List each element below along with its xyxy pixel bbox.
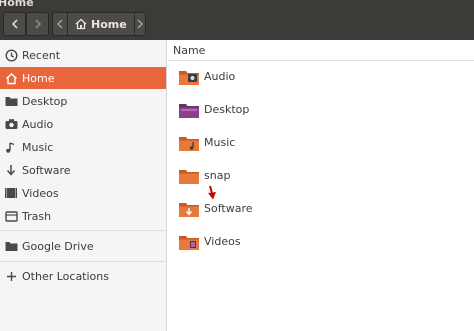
file-row[interactable]: Videos (168, 229, 474, 257)
file-name: Videos (204, 235, 241, 248)
sidebar-item-label: Desktop (22, 94, 68, 108)
column-header-name[interactable]: Name (168, 40, 474, 61)
camera-icon (4, 117, 18, 131)
folder-icon (179, 236, 199, 250)
window-title: Home (0, 0, 34, 9)
sidebar-item-label: Software (22, 163, 71, 177)
sidebar-item-google-drive[interactable]: Google Drive (0, 235, 166, 257)
file-name: snap (204, 169, 231, 182)
back-button[interactable] (3, 12, 26, 36)
sidebar-item-label: Google Drive (22, 239, 94, 253)
sidebar-item-desktop[interactable]: Desktop (0, 90, 166, 112)
video-emblem-icon (190, 241, 196, 248)
folder-icon (179, 170, 199, 184)
chevron-left-icon (11, 19, 18, 29)
file-row[interactable]: Desktop (168, 97, 474, 125)
file-name: Audio (204, 70, 236, 83)
sidebar-item-label: Recent (22, 48, 61, 62)
file-list-view: Name Audio Desktop Music snap Software V… (168, 40, 474, 331)
trash-icon (4, 209, 18, 223)
sidebar-item-home[interactable]: Home (0, 67, 166, 89)
sidebar: Recent Home Desktop Audio Music Software (0, 40, 167, 331)
header-bar: Home Home (0, 0, 474, 40)
chevron-right-icon (34, 19, 41, 29)
sidebar-item-label: Videos (22, 186, 59, 200)
folder-icon (4, 239, 18, 253)
folder-icon (179, 137, 199, 151)
folder-icon (179, 104, 199, 118)
sidebar-item-label: Audio (22, 117, 54, 131)
sidebar-item-videos[interactable]: Videos (0, 182, 166, 204)
file-name: Music (204, 136, 236, 149)
chevron-left-icon (57, 19, 63, 29)
sidebar-item-audio[interactable]: Audio (0, 113, 166, 135)
folder-icon (4, 94, 18, 108)
folder-icon (179, 203, 199, 217)
sidebar-item-recent[interactable]: Recent (0, 44, 166, 66)
file-row[interactable]: Audio (168, 64, 474, 92)
sidebar-item-music[interactable]: Music (0, 136, 166, 158)
music-note-icon (4, 140, 18, 154)
sidebar-item-label: Trash (22, 209, 52, 223)
path-scroll-right-button[interactable] (137, 13, 143, 35)
file-name: Desktop (204, 103, 250, 116)
column-header-label: Name (173, 44, 206, 57)
home-icon (75, 18, 87, 30)
sidebar-divider (0, 230, 166, 231)
path-segment-home[interactable]: Home (75, 13, 127, 35)
plus-icon (4, 269, 18, 283)
file-row[interactable]: Music (168, 130, 474, 158)
sidebar-item-other-locations[interactable]: Other Locations (0, 265, 166, 287)
download-arrow-icon (4, 163, 18, 177)
path-bar: Home (52, 12, 146, 36)
file-name: Software (204, 202, 253, 215)
film-icon (4, 186, 18, 200)
sidebar-item-label: Home (22, 71, 55, 85)
path-scroll-left-button[interactable] (57, 13, 63, 35)
path-segment-label: Home (91, 17, 127, 31)
sidebar-item-label: Music (22, 140, 54, 154)
sidebar-item-software[interactable]: Software (0, 159, 166, 181)
folder-icon (179, 71, 199, 85)
sidebar-item-trash[interactable]: Trash (0, 205, 166, 227)
forward-button[interactable] (26, 12, 49, 36)
sidebar-item-label: Other Locations (22, 269, 109, 283)
home-icon (4, 71, 18, 85)
annotation-arrow-icon (208, 185, 216, 200)
sidebar-divider (0, 261, 166, 262)
clock-icon (4, 48, 18, 62)
desktop-emblem-icon (181, 109, 197, 111)
chevron-right-icon (137, 19, 143, 29)
